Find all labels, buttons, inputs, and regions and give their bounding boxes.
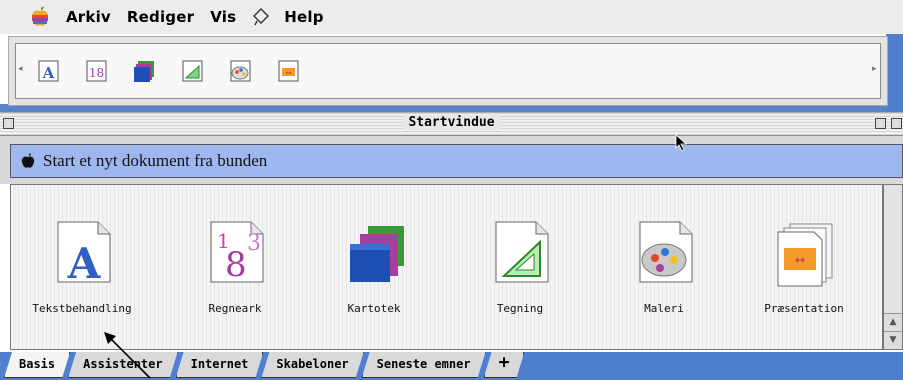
- menu-rediger[interactable]: Rediger: [127, 8, 194, 26]
- new-database-button[interactable]: [132, 58, 158, 84]
- annotation-arrow-icon: [100, 330, 170, 380]
- tab-seneste-emner[interactable]: Seneste emner: [362, 352, 486, 378]
- balloon-help-icon[interactable]: [252, 8, 270, 26]
- apple-logo-icon: [21, 153, 35, 169]
- document-label: Maleri: [644, 302, 684, 315]
- tab-skabeloner[interactable]: Skabeloner: [261, 352, 363, 378]
- document-regneark[interactable]: 1 8 3 Regneark: [165, 216, 305, 315]
- add-tab-button[interactable]: +: [484, 352, 525, 378]
- header-text: Start et nyt dokument fra bunden: [43, 151, 268, 170]
- document-tekstbehandling[interactable]: A Tekstbehandling: [12, 216, 152, 315]
- svg-text:A: A: [42, 64, 55, 82]
- menu-bar: Arkiv Rediger Vis Help: [0, 0, 903, 34]
- document-maleri[interactable]: Maleri: [594, 216, 734, 315]
- document-label: Regneark: [208, 302, 262, 315]
- spreadsheet-icon: 1 8 3: [195, 216, 275, 288]
- new-spreadsheet-button[interactable]: 18: [84, 58, 110, 84]
- new-presentation-button[interactable]: ↔: [276, 58, 302, 84]
- scroll-down-icon[interactable]: ▼: [884, 331, 902, 349]
- text-document-icon: A: [42, 216, 122, 288]
- tab-strip: Basis Assistenter Internet Skabeloner Se…: [4, 352, 522, 380]
- button-bar: ◂ A 18 ↔ ▸: [15, 43, 881, 99]
- desktop-background: [886, 34, 903, 112]
- svg-text:3: 3: [247, 231, 261, 256]
- document-label: Tegning: [496, 302, 544, 315]
- menu-help[interactable]: Help: [284, 8, 323, 26]
- new-text-document-button[interactable]: A: [36, 58, 62, 84]
- tab-internet[interactable]: Internet: [176, 352, 264, 378]
- document-presentation[interactable]: ↔ Præsentation: [734, 216, 874, 315]
- zoom-box-icon[interactable]: [875, 118, 886, 129]
- button-bar-window: ◂ A 18 ↔ ▸: [8, 36, 888, 106]
- database-icon: [334, 216, 414, 288]
- new-paint-button[interactable]: [228, 58, 254, 84]
- document-kartotek[interactable]: Kartotek: [304, 216, 444, 315]
- category-header: Start et nyt dokument fra bunden: [10, 144, 903, 178]
- document-tegning[interactable]: Tegning: [450, 216, 590, 315]
- menu-arkiv[interactable]: Arkiv: [66, 8, 111, 26]
- svg-text:8: 8: [225, 245, 247, 285]
- apple-menu-icon[interactable]: [30, 6, 50, 28]
- document-label: Kartotek: [347, 302, 401, 315]
- document-label: Tekstbehandling: [32, 302, 132, 315]
- mouse-pointer-icon: [675, 134, 689, 152]
- window-title: Startvindue: [402, 115, 501, 130]
- svg-text:↔: ↔: [795, 253, 805, 267]
- menu-vis[interactable]: Vis: [210, 8, 236, 26]
- scroll-left-icon[interactable]: ◂: [18, 64, 23, 74]
- new-drawing-button[interactable]: [180, 58, 206, 84]
- svg-text:A: A: [67, 239, 102, 288]
- close-box-icon[interactable]: [3, 118, 14, 129]
- paint-palette-icon: [624, 216, 704, 288]
- scroll-right-icon[interactable]: ▸: [872, 64, 877, 74]
- scroll-up-icon[interactable]: ▲: [884, 313, 902, 331]
- svg-text:18: 18: [89, 66, 104, 80]
- collapse-box-icon[interactable]: [891, 118, 902, 129]
- tab-basis[interactable]: Basis: [4, 352, 70, 378]
- presentation-icon: ↔: [764, 216, 844, 288]
- svg-text:↔: ↔: [286, 69, 292, 77]
- window-title-bar[interactable]: Startvindue: [0, 112, 903, 136]
- drawing-icon: [480, 216, 560, 288]
- vertical-scrollbar[interactable]: ▲ ▼: [883, 184, 903, 350]
- document-label: Præsentation: [764, 302, 844, 315]
